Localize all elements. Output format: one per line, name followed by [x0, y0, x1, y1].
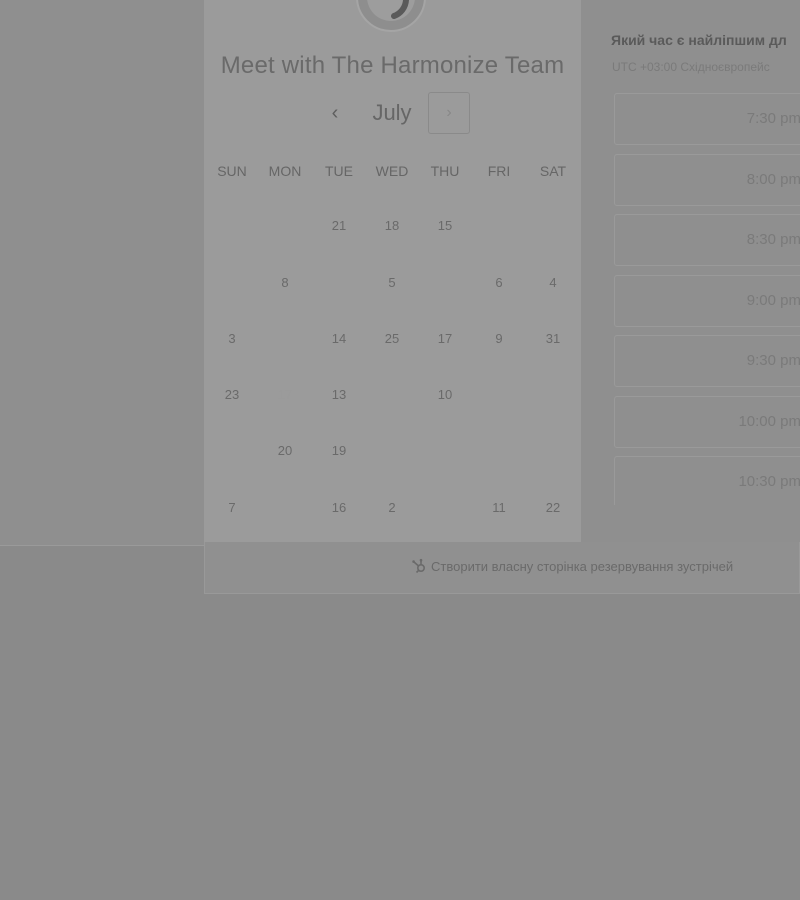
- meeting-card: Meet with The Harmonize Team ‹ July › SU…: [204, 0, 581, 542]
- time-slot-button[interactable]: 10:30 pm: [614, 456, 800, 505]
- calendar-day[interactable]: 6: [475, 257, 523, 309]
- time-slot-label: 9:00 pm: [746, 291, 800, 309]
- time-slot-button[interactable]: 9:00 pm: [614, 274, 800, 327]
- calendar-day-label: 17: [277, 387, 293, 402]
- weekday-thu: THU: [430, 163, 460, 179]
- calendar-day-label: 8: [281, 275, 289, 290]
- calendar-day[interactable]: 10: [421, 369, 469, 421]
- time-slot-label: 7:30 pm: [746, 110, 800, 127]
- calendar-day-label: 3: [228, 331, 236, 346]
- time-slot-button[interactable]: 7:30 pm: [614, 93, 800, 145]
- next-month-button[interactable]: ›: [428, 92, 470, 134]
- calendar-day[interactable]: 23: [208, 369, 256, 421]
- calendar-day[interactable]: 22: [529, 482, 577, 534]
- time-slot-list: 7:30 pm 8:00 pm 8:30 pm 9:00 pm 9:30 pm 10:00…: [614, 93, 800, 505]
- meeting-title: Meet with The Harmonize Team: [220, 52, 565, 79]
- timezone-label: UTC +03:00 Східноєвропейс: [612, 60, 770, 74]
- calendar-day[interactable]: 31: [529, 313, 577, 365]
- calendar-day-label: 19: [331, 443, 347, 458]
- weekday-sun: SUN: [217, 163, 247, 179]
- calendar-day[interactable]: 21: [315, 200, 363, 252]
- time-slot-button[interactable]: 8:00 pm: [614, 153, 800, 206]
- calendar-day-label: 20: [277, 443, 293, 458]
- calendar-day-label: 15: [437, 218, 453, 233]
- time-slot-label: 9:30 pm: [746, 352, 800, 369]
- current-month: July: [372, 100, 412, 125]
- time-slot-button[interactable]: 9:30 pm: [614, 335, 800, 387]
- month-navigator: ‹ July ›: [204, 92, 581, 136]
- calendar-day-label: 25: [384, 331, 400, 346]
- calendar-day[interactable]: 7: [208, 482, 256, 534]
- calendar-day[interactable]: 11: [475, 482, 523, 534]
- harmonize-logo-icon: [356, 0, 426, 32]
- time-slot-button[interactable]: 8:30 pm: [614, 214, 800, 266]
- weekday-wed: WED: [375, 163, 409, 179]
- calendar-day[interactable]: 3: [208, 313, 256, 365]
- prev-month-button[interactable]: ‹: [324, 98, 346, 128]
- calendar-day-label: 23: [224, 387, 240, 402]
- calendar-day-selected[interactable]: 17: [261, 369, 309, 421]
- weekday-mon: MON: [268, 163, 302, 179]
- calendar-day[interactable]: 17: [421, 313, 469, 365]
- slot-heading: Який час є найліпшим дл: [611, 32, 787, 48]
- create-booking-page-link[interactable]: Створити власну сторінка резервування зу…: [411, 558, 733, 574]
- create-booking-page-label: Створити власну сторінка резервування зу…: [431, 558, 734, 574]
- calendar-day[interactable]: 5: [368, 257, 416, 309]
- calendar-day[interactable]: 8: [261, 257, 309, 309]
- calendar-day[interactable]: 9: [475, 313, 523, 365]
- calendar-day-label: 16: [331, 500, 347, 515]
- hubspot-sprocket-icon: [412, 558, 426, 574]
- time-slot-button[interactable]: 10:00 pm: [614, 395, 800, 448]
- time-slot-label: 10:30 pm: [738, 473, 800, 490]
- calendar-day-label: 18: [384, 218, 400, 233]
- calendar-day-label: 11: [492, 500, 506, 515]
- calendar-day[interactable]: 2: [368, 482, 416, 534]
- weekday-tue: TUE: [325, 163, 353, 179]
- calendar-day-label: 31: [545, 331, 561, 346]
- calendar-day-label: 5: [388, 275, 396, 290]
- calendar-day-label: 17: [437, 331, 453, 346]
- calendar-day[interactable]: 14: [315, 313, 363, 365]
- footer-bar: Створити власну сторінка резервування зу…: [204, 542, 800, 594]
- calendar-day[interactable]: 18: [368, 200, 416, 252]
- calendar-day-label: 6: [495, 275, 503, 290]
- calendar-day[interactable]: 4: [529, 257, 577, 309]
- time-slot-label: 8:30 pm: [746, 231, 800, 248]
- calendar-day[interactable]: 15: [421, 200, 469, 252]
- weekday-sat: SAT: [539, 163, 567, 179]
- calendar-day-label: 13: [331, 387, 347, 402]
- time-slot-label: 8:00 pm: [746, 170, 800, 188]
- calendar-day[interactable]: 25: [368, 313, 416, 365]
- calendar-day[interactable]: 16: [315, 482, 363, 534]
- calendar-day-label: 10: [437, 387, 453, 402]
- calendar-day-label: 2: [388, 500, 396, 515]
- chevron-left-icon: ‹: [331, 102, 339, 124]
- calendar-day[interactable]: 13: [315, 369, 363, 421]
- calendar-day-label: 14: [331, 331, 347, 346]
- calendar-day[interactable]: 20: [261, 425, 309, 477]
- chevron-right-icon: ›: [446, 104, 452, 121]
- weekday-fri: FRI: [487, 163, 511, 179]
- calendar-day-label: 7: [228, 500, 236, 515]
- calendar-day-label: 21: [331, 218, 347, 233]
- time-slot-label: 10:00 pm: [738, 412, 800, 430]
- calendar-day-label: 22: [545, 500, 561, 515]
- calendar-day-label: 4: [549, 275, 557, 290]
- calendar-day[interactable]: 19: [315, 425, 363, 477]
- calendar-day-label: 9: [495, 331, 503, 346]
